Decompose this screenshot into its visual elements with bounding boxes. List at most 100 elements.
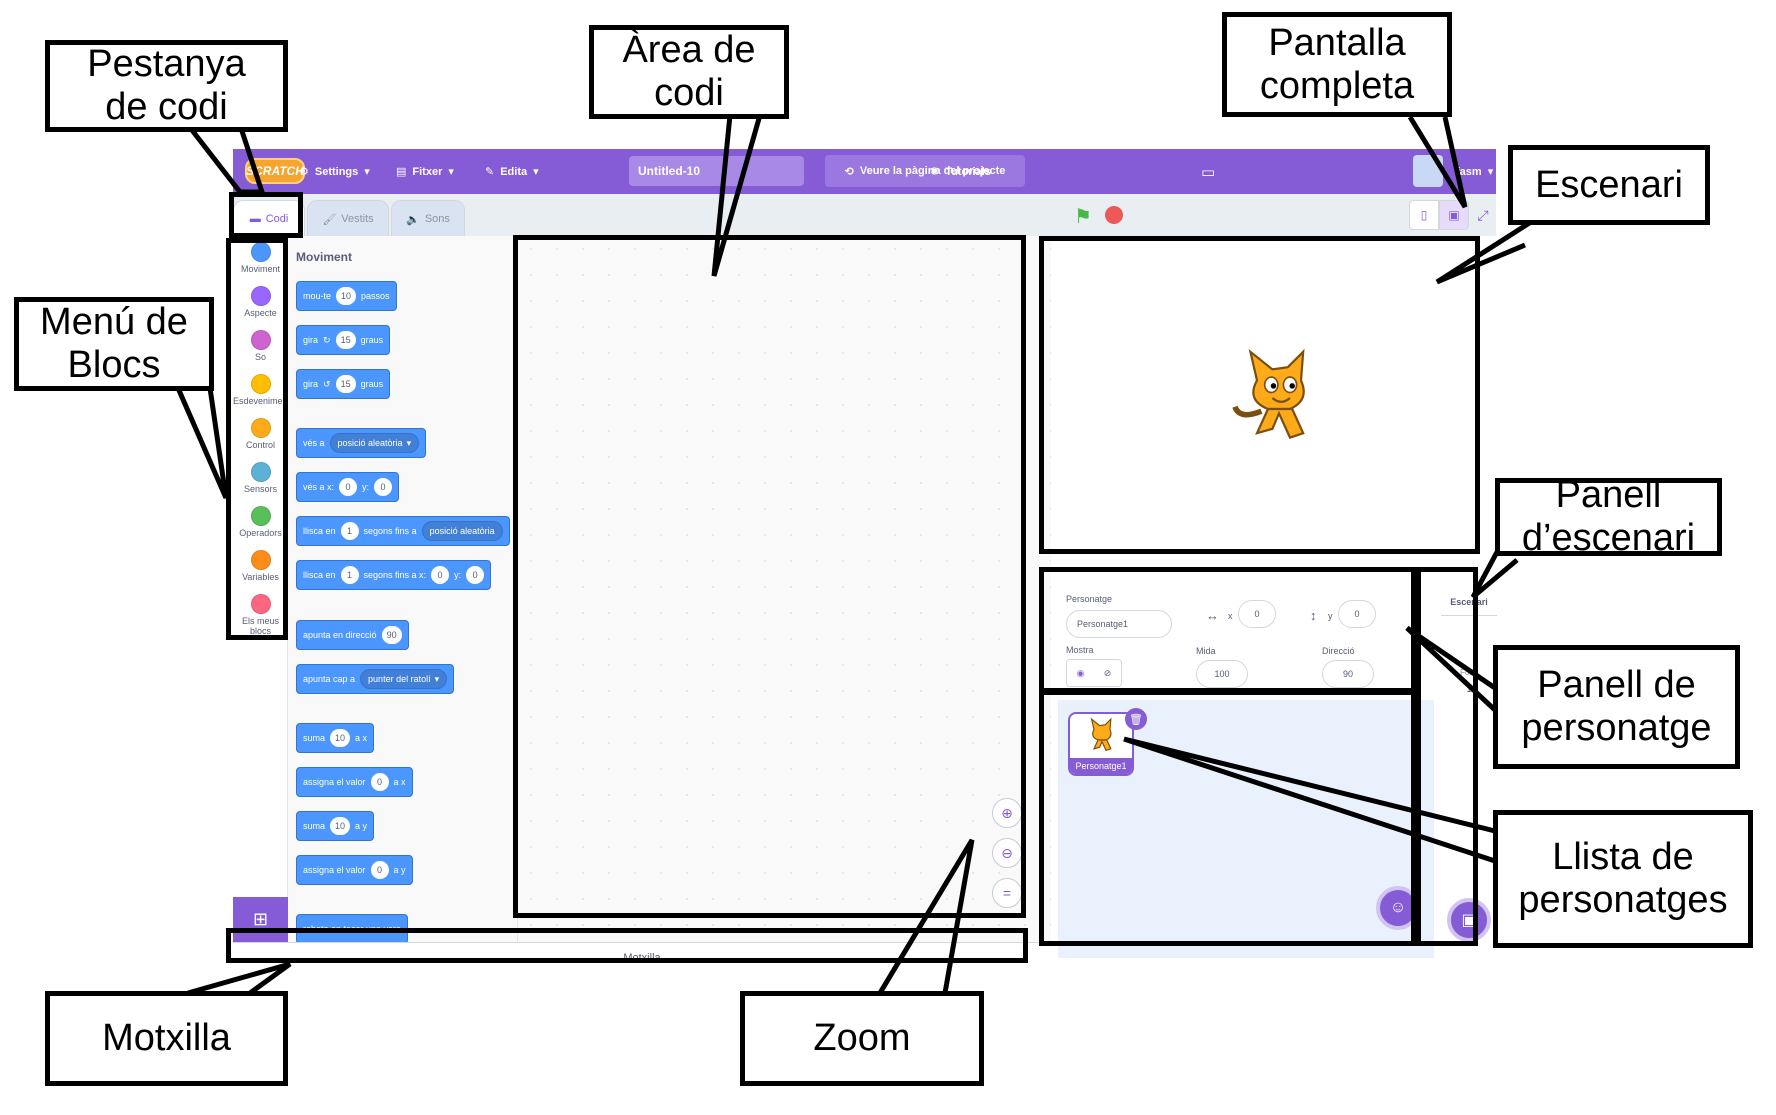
block-input[interactable]: 0: [339, 478, 358, 496]
block-move[interactable]: mou-te 10 passos: [296, 281, 397, 311]
block-point-towards[interactable]: apunta cap a punter del ratolí ▾: [296, 664, 455, 694]
project-title-input[interactable]: Untitled-10: [629, 156, 804, 186]
tab-costumes-label: Vestits: [341, 213, 374, 225]
callout-fullscreen: Pantalla completa: [1222, 12, 1452, 117]
block-goto-xy[interactable]: vés a x: 0 y: 0: [296, 472, 400, 502]
block-text: gira: [303, 335, 319, 345]
folder-icon[interactable]: ▭: [1201, 149, 1215, 194]
fullscreen-icon[interactable]: ⤢: [1471, 200, 1495, 230]
user-name: fasm: [1456, 165, 1482, 178]
speaker-icon: 🔈: [406, 213, 420, 226]
block-input[interactable]: 10: [336, 287, 357, 305]
pencil-icon: ✎: [485, 166, 495, 178]
block-turn-left[interactable]: gira ↺ 15 graus: [296, 369, 391, 399]
gear-icon: ⚙: [299, 166, 309, 178]
highlight-sprite-panel: [1039, 567, 1416, 693]
callout-sprite-list: Llista de personatges: [1493, 810, 1753, 948]
block-input[interactable]: 90: [381, 626, 402, 644]
block-text: y:: [454, 570, 462, 580]
block-text: segons fins a x:: [363, 570, 427, 580]
user-menu[interactable]: fasm ▾: [1456, 149, 1493, 194]
file-label: Fitxer: [412, 165, 443, 178]
rotate-left-icon: ↺: [323, 378, 331, 389]
block-change-x[interactable]: suma 10 a x: [296, 723, 375, 753]
block-input[interactable]: 0: [431, 566, 450, 584]
block-dropdown[interactable]: posició aleatòria ▾: [329, 433, 420, 453]
scratch-logo[interactable]: SCRATCH: [245, 158, 305, 184]
block-text: gira: [303, 379, 319, 389]
small-stage-icon[interactable]: ▯: [1409, 200, 1439, 230]
block-input[interactable]: 0: [374, 478, 393, 496]
chevron-down-icon: ▾: [434, 673, 440, 684]
extension-icon: ⊞: [252, 909, 269, 929]
block-text: passos: [361, 291, 390, 301]
block-input[interactable]: 10: [330, 817, 351, 835]
block-dropdown[interactable]: posició aleatòria: [421, 521, 503, 541]
lightbulb-icon: ✺: [930, 166, 940, 178]
highlight-block-categories: [226, 238, 288, 640]
dropdown-value: posició aleatòria: [337, 438, 403, 448]
file-menu[interactable]: ▤ Fitxer ▾: [396, 149, 454, 194]
block-text: apunta cap a: [303, 674, 356, 684]
block-text: suma: [303, 733, 326, 743]
settings-menu[interactable]: ⚙ Settings ▾: [299, 149, 370, 194]
block-text: a y: [355, 821, 368, 831]
chevron-down-icon: ▾: [533, 166, 539, 178]
block-input[interactable]: 10: [330, 729, 351, 747]
block-text: graus: [360, 335, 384, 345]
block-set-y[interactable]: assigna el valor 0 a y: [296, 855, 413, 885]
callout-stage-panel: Panell d’escenari: [1495, 474, 1722, 559]
block-glide-xy[interactable]: llisca en 1 segons fins a x: 0 y: 0: [296, 560, 492, 590]
highlight-stage-panel: [1416, 567, 1478, 946]
tab-costumes[interactable]: 🖌 Vestits: [307, 200, 389, 237]
block-input[interactable]: 1: [340, 522, 359, 540]
large-stage-icon[interactable]: ▣: [1439, 200, 1469, 230]
avatar[interactable]: [1413, 155, 1443, 187]
chevron-down-icon: ▾: [1487, 166, 1494, 178]
block-input[interactable]: 15: [335, 375, 356, 393]
highlight-code-tab: [229, 192, 303, 238]
stage-header: ⚑ ▯ ▣ ⤢: [1051, 194, 1496, 236]
callout-backpack: Motxilla: [45, 991, 288, 1086]
settings-label: Settings: [314, 165, 359, 178]
block-dropdown[interactable]: punter del ratolí ▾: [360, 669, 448, 689]
highlight-code-area: [513, 235, 1026, 918]
block-change-y[interactable]: suma 10 a y: [296, 811, 375, 841]
see-project-page-button[interactable]: ⟲ Veure la pàgina del projecte: [825, 155, 1025, 187]
block-text: graus: [360, 379, 384, 389]
green-flag-icon[interactable]: ⚑: [1074, 204, 1092, 229]
highlight-backpack: [226, 928, 1028, 963]
tab-sounds[interactable]: 🔈 Sons: [391, 200, 465, 237]
block-text: llisca en: [303, 570, 336, 580]
block-input[interactable]: 0: [466, 566, 485, 584]
block-text: assigna el valor: [303, 865, 366, 875]
tab-sounds-label: Sons: [424, 213, 450, 225]
chevron-down-icon: ▾: [364, 166, 370, 178]
chevron-down-icon: ▾: [406, 437, 412, 448]
tutorials-menu[interactable]: ✺ Tutorials: [930, 149, 991, 194]
stop-icon[interactable]: [1105, 206, 1123, 224]
callout-stage: Escenari: [1508, 145, 1710, 225]
menu-bar: SCRATCH ⚙ Settings ▾ ▤ Fitxer ▾ ✎ Edita …: [233, 149, 1496, 194]
block-turn-right[interactable]: gira ↻ 15 graus: [296, 325, 391, 355]
block-text: apunta en direcció: [303, 630, 377, 640]
brush-icon: 🖌: [322, 213, 337, 226]
callout-code-tab: Pestanya de codi: [45, 40, 288, 132]
dropdown-value: posició aleatòria: [429, 526, 495, 536]
file-icon: ▤: [396, 166, 407, 178]
edit-menu[interactable]: ✎ Edita ▾: [485, 149, 539, 194]
block-input[interactable]: 0: [370, 861, 389, 879]
highlight-sprite-list: [1039, 690, 1416, 946]
block-point-direction[interactable]: apunta en direcció 90: [296, 620, 409, 650]
block-text: mou-te: [303, 291, 332, 301]
block-input[interactable]: 15: [335, 331, 356, 349]
block-input[interactable]: 1: [340, 566, 359, 584]
block-glide[interactable]: llisca en 1 segons fins a posició aleatòria: [296, 516, 510, 546]
block-input[interactable]: 0: [370, 773, 389, 791]
callout-code-area: Àrea de codi: [589, 25, 789, 119]
block-text: vés a x:: [303, 482, 335, 492]
callout-zoom: Zoom: [740, 991, 984, 1086]
block-goto[interactable]: vés a posició aleatòria ▾: [296, 428, 427, 458]
block-text: suma: [303, 821, 326, 831]
block-set-x[interactable]: assigna el valor 0 a x: [296, 767, 413, 797]
